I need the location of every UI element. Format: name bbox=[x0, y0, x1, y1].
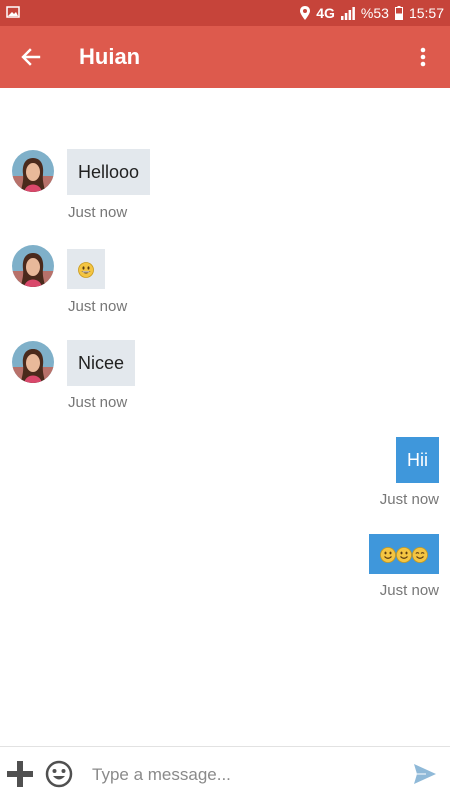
message-bubble-outgoing[interactable]: Hii bbox=[396, 437, 439, 483]
battery-percent: %53 bbox=[360, 5, 389, 21]
emoji-picker-button[interactable] bbox=[45, 760, 73, 788]
image-icon bbox=[6, 6, 20, 18]
contact-avatar[interactable] bbox=[12, 245, 54, 287]
grinning-face-emoji bbox=[78, 262, 94, 279]
message-timestamp: Just now bbox=[379, 582, 439, 599]
message-text: Hellooo bbox=[78, 162, 140, 182]
message-list: Hellooo Just now Just now Nicee Just now… bbox=[0, 88, 450, 746]
message-input[interactable] bbox=[90, 759, 394, 791]
more-options-button[interactable] bbox=[406, 40, 440, 74]
clock: 15:57 bbox=[408, 5, 444, 21]
message-bubble-incoming[interactable] bbox=[67, 249, 105, 289]
status-bar: 4G %53 15:57 bbox=[0, 0, 450, 26]
send-icon[interactable] bbox=[412, 761, 438, 787]
avatar-image bbox=[12, 341, 54, 383]
conversation-title: Huian bbox=[79, 44, 141, 69]
message-text: Nicee bbox=[78, 353, 125, 373]
message-bubble-incoming[interactable]: Nicee bbox=[67, 340, 136, 386]
message-timestamp: Just now bbox=[68, 204, 128, 221]
avatar-image bbox=[12, 245, 54, 287]
message-timestamp: Just now bbox=[379, 491, 439, 508]
battery-icon bbox=[394, 6, 403, 20]
location-icon bbox=[300, 6, 311, 20]
smiling-face-emoji bbox=[380, 547, 396, 564]
avatar-image bbox=[12, 150, 54, 192]
network-type: 4G bbox=[316, 5, 335, 21]
signal-icon bbox=[340, 7, 355, 20]
message-bubble-incoming[interactable]: Hellooo bbox=[67, 149, 151, 195]
message-timestamp: Just now bbox=[68, 394, 128, 411]
smiling-face-emoji bbox=[412, 547, 428, 564]
back-button[interactable] bbox=[14, 40, 48, 74]
smiling-face-emoji bbox=[396, 547, 412, 564]
app-bar: Huian bbox=[0, 26, 450, 88]
message-text: Hii bbox=[407, 450, 428, 470]
arrow-back-icon bbox=[21, 48, 41, 66]
message-bubble-outgoing[interactable] bbox=[369, 534, 439, 574]
more-vert-icon bbox=[420, 47, 426, 67]
message-composer bbox=[0, 746, 450, 800]
contact-avatar[interactable] bbox=[12, 341, 54, 383]
chat-screen: 4G %53 15:57 Huian Hellooo Just now Just… bbox=[0, 0, 450, 800]
add-attachment-button[interactable] bbox=[6, 760, 34, 788]
contact-avatar[interactable] bbox=[12, 150, 54, 192]
status-icons: 4G %53 15:57 bbox=[300, 0, 444, 26]
message-timestamp: Just now bbox=[68, 298, 128, 315]
